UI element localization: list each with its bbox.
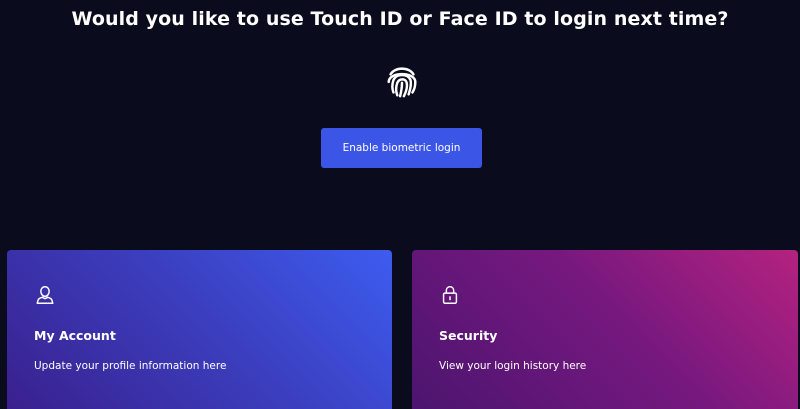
card-description: Update your profile information here — [34, 360, 227, 372]
card-title: My Account — [34, 328, 116, 343]
user-icon — [34, 284, 56, 306]
security-card[interactable]: Security View your login history here — [412, 250, 798, 409]
lock-icon — [439, 284, 461, 306]
enable-biometric-button[interactable]: Enable biometric login — [321, 128, 482, 168]
card-title: Security — [439, 328, 498, 343]
page: Would you like to use Touch ID or Face I… — [0, 0, 800, 409]
card-description: View your login history here — [439, 360, 587, 372]
my-account-card[interactable]: My Account Update your profile informati… — [7, 250, 392, 409]
fingerprint-icon — [383, 62, 421, 100]
page-title: Would you like to use Touch ID or Face I… — [71, 8, 729, 30]
